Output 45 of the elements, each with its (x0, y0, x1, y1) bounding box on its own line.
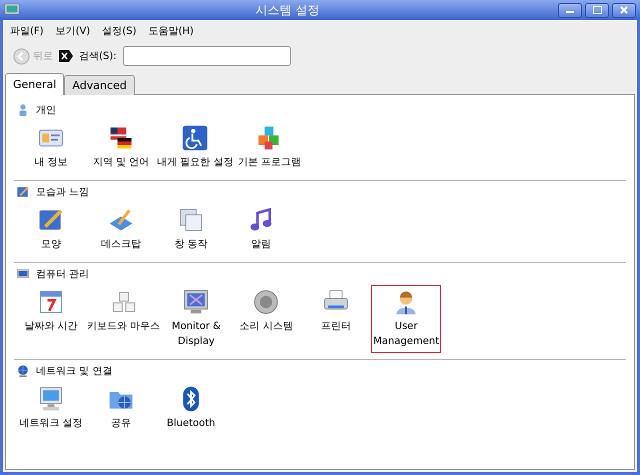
close-icon (620, 6, 628, 14)
settings-item[interactable]: 날짜와 시간 (16, 285, 86, 353)
maximize-button[interactable] (585, 2, 609, 18)
search-label: 검색(S): (79, 50, 117, 63)
settings-item[interactable]: 모양 (16, 203, 86, 256)
search-field[interactable] (122, 46, 291, 66)
menu-item[interactable]: 설정(S) (102, 24, 136, 38)
section-title: 컴퓨터 관리 (36, 268, 90, 281)
section-title: 네트워크 및 연결 (36, 365, 112, 378)
settings-item[interactable]: 내게 필요한 설정 (156, 121, 234, 174)
settings-item[interactable]: 프린터 (301, 285, 372, 353)
settings-item[interactable]: 데스크탑 (86, 203, 156, 256)
minimize-button[interactable] (558, 2, 582, 18)
settings-item[interactable]: 기본 프로그램 (234, 121, 304, 174)
tab[interactable]: Advanced (64, 75, 135, 95)
globe-icon (16, 364, 30, 378)
settings-item[interactable]: 네트워크 설정 (16, 382, 86, 435)
computer-icon (37, 385, 65, 413)
wheelchair-icon (181, 124, 210, 152)
settings-item[interactable]: 공유 (86, 382, 156, 435)
section-title: 모습과 느낌 (36, 186, 90, 199)
window-title: 시스템 설정 (254, 2, 320, 18)
settings-item[interactable]: 알림 (226, 203, 296, 256)
speaker-icon (252, 288, 280, 316)
calendar-icon (37, 288, 65, 316)
settings-item[interactable]: 키보드와 마우스 (86, 285, 162, 353)
settings-item[interactable]: 소리 시스템 (231, 285, 302, 353)
monitor-icon (182, 288, 210, 316)
settings-item[interactable]: 내 정보 (16, 121, 86, 174)
clear-icon[interactable] (59, 50, 73, 62)
section-title: 개인 (36, 104, 56, 117)
settings-item[interactable]: Bluetooth (156, 382, 226, 435)
windows-icon (177, 206, 205, 234)
menu-item[interactable]: 보기(V) (56, 24, 90, 38)
settings-item[interactable]: Monitor & Display (161, 285, 232, 353)
settings-item[interactable]: 창 동작 (156, 203, 226, 256)
maximize-icon (592, 6, 602, 14)
settings-item[interactable]: User Management (371, 285, 442, 353)
monitor-icon (16, 267, 30, 281)
settings-item[interactable]: 지역 및 언어 (86, 121, 156, 174)
tab[interactable]: General (5, 73, 64, 95)
close-button[interactable] (612, 2, 636, 18)
menu-item[interactable]: 도움말(H) (148, 24, 194, 38)
pen-screen-icon (16, 185, 30, 199)
menu-item[interactable]: 파일(F) (10, 24, 44, 38)
